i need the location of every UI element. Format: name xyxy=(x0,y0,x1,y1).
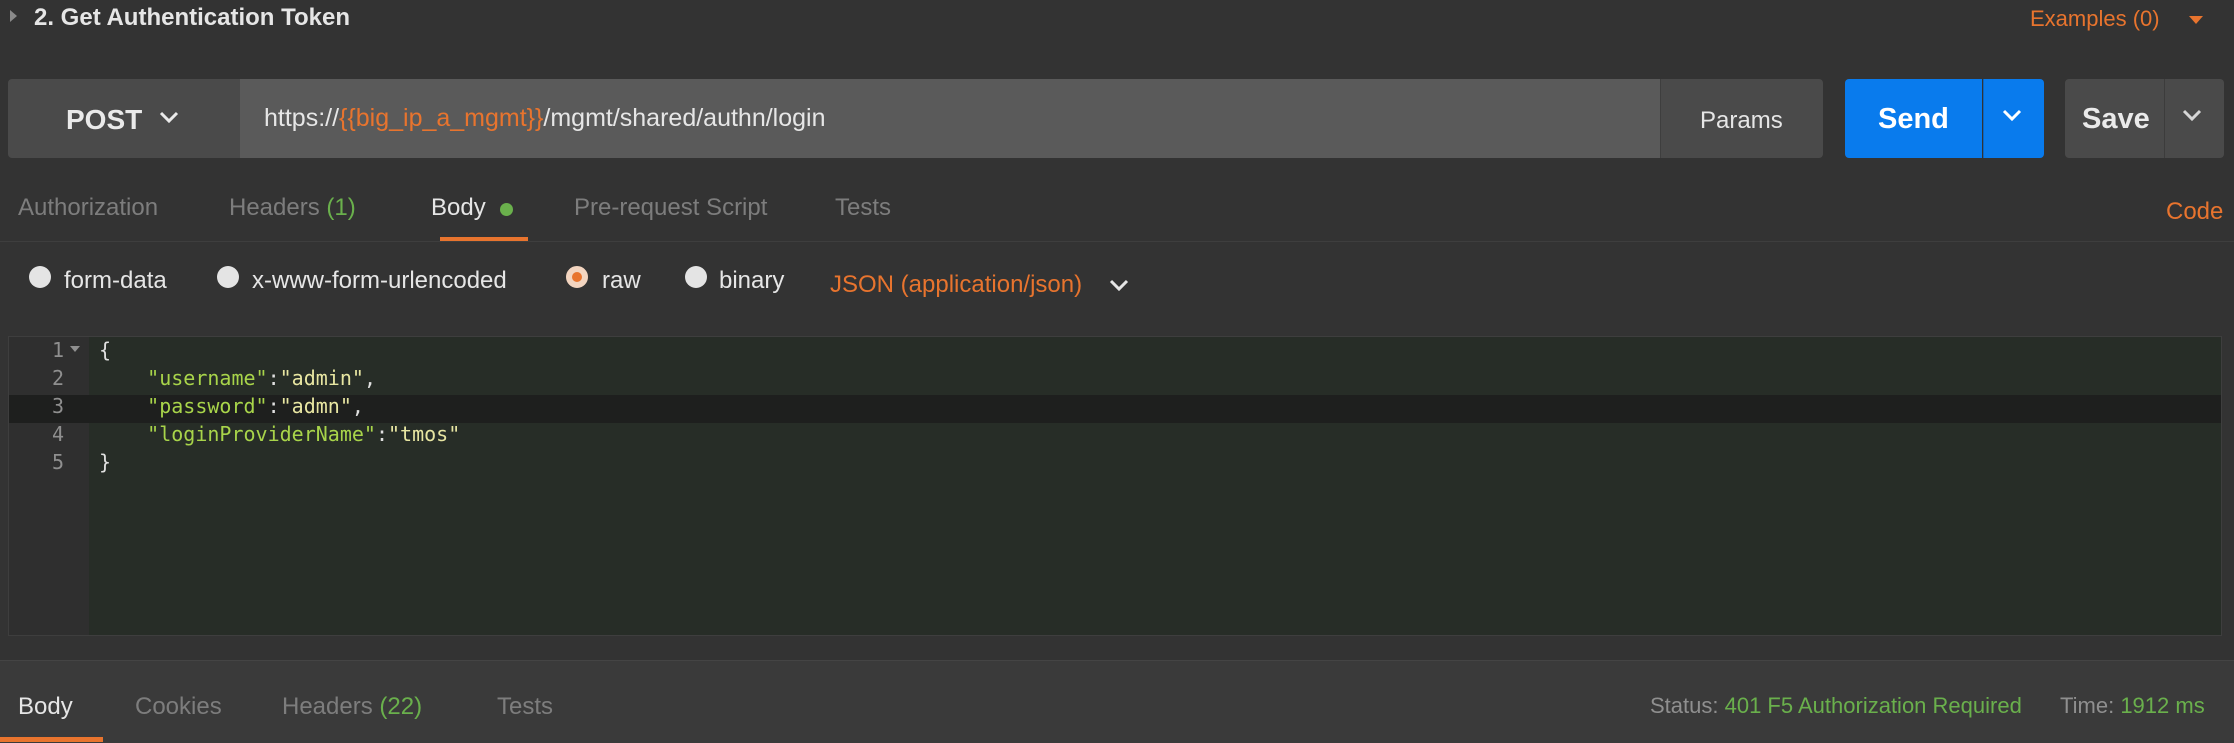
code-line: } xyxy=(99,450,111,474)
response-tab-body[interactable]: Body xyxy=(18,693,73,721)
json-key: "username" xyxy=(147,366,268,390)
response-status: Status: 401 F5 Authorization Required xyxy=(1650,693,2022,719)
line-number: 4 xyxy=(51,422,64,446)
tab-headers[interactable]: Headers (1) xyxy=(229,194,356,222)
send-label: Send xyxy=(1878,103,1949,135)
save-label: Save xyxy=(2082,103,2150,135)
active-response-tab-indicator xyxy=(0,737,103,742)
examples-caret-icon[interactable] xyxy=(2189,16,2203,24)
response-tab-cookies[interactable]: Cookies xyxy=(135,693,222,721)
radio-raw-label[interactable]: raw xyxy=(602,267,641,295)
examples-dropdown[interactable]: Examples (0) xyxy=(2030,6,2160,32)
radio-raw[interactable] xyxy=(566,266,588,288)
params-label: Params xyxy=(1700,107,1783,134)
headers-count-badge: (1) xyxy=(326,194,356,221)
radio-binary-label[interactable]: binary xyxy=(719,267,784,295)
status-label: Status: xyxy=(1650,693,1719,718)
json-key: "password" xyxy=(147,394,268,418)
json-key: "loginProviderName" xyxy=(147,422,376,446)
json-colon: : xyxy=(267,394,280,418)
content-type-select[interactable]: JSON (application/json) xyxy=(830,271,1082,299)
code-link[interactable]: Code xyxy=(2166,198,2223,226)
json-colon: : xyxy=(267,366,280,390)
url-text: https://{{big_ip_a_mgmt}}/mgmt/shared/au… xyxy=(264,104,826,133)
tab-headers-label: Headers xyxy=(229,194,320,221)
request-title[interactable]: 2. Get Authentication Token xyxy=(34,4,350,32)
code-line: { xyxy=(99,338,111,362)
time-value: 1912 ms xyxy=(2120,693,2205,718)
url-variable: {{big_ip_a_mgmt}} xyxy=(339,104,544,132)
method-label: POST xyxy=(66,104,143,135)
time-label: Time: xyxy=(2060,693,2115,718)
tab-pre-request-script[interactable]: Pre-request Script xyxy=(574,194,767,222)
response-tab-headers[interactable]: Headers (22) xyxy=(282,693,422,721)
brace: } xyxy=(99,450,112,474)
chevron-down-icon xyxy=(2002,109,2022,122)
json-value: "admin" xyxy=(279,366,364,390)
brace: { xyxy=(99,338,112,362)
code-line: "password":"admn", xyxy=(99,394,364,418)
code-line: "loginProviderName":"tmos" xyxy=(99,422,460,446)
url-prefix: https:// xyxy=(264,104,340,132)
response-time: Time: 1912 ms xyxy=(2060,693,2205,719)
tab-tests[interactable]: Tests xyxy=(835,194,891,222)
line-number: 2 xyxy=(51,366,64,390)
url-path: /mgmt/shared/authn/login xyxy=(543,104,826,132)
response-tab-tests[interactable]: Tests xyxy=(497,693,553,721)
response-headers-count-badge: (22) xyxy=(379,693,423,720)
json-value: "tmos" xyxy=(388,422,461,446)
radio-urlencoded[interactable] xyxy=(217,266,239,288)
chevron-down-icon xyxy=(159,111,179,124)
status-value: 401 F5 Authorization Required xyxy=(1724,693,2022,718)
radio-form-data[interactable] xyxy=(29,266,51,288)
fold-toggle-icon[interactable] xyxy=(70,346,80,352)
chevron-down-icon xyxy=(2182,109,2202,122)
response-tab-headers-label: Headers xyxy=(282,693,373,720)
body-modified-dot-icon xyxy=(500,203,513,216)
json-colon: : xyxy=(375,422,388,446)
radio-urlencoded-label[interactable]: x-www-form-urlencoded xyxy=(252,267,507,295)
collapse-caret-icon[interactable] xyxy=(10,10,17,22)
line-number: 1 xyxy=(51,338,64,362)
json-comma: , xyxy=(363,366,376,390)
json-comma: , xyxy=(351,394,364,418)
line-number: 3 xyxy=(51,394,64,418)
radio-form-data-label[interactable]: form-data xyxy=(64,267,167,295)
tab-body[interactable]: Body xyxy=(431,194,486,222)
code-line: "username":"admin", xyxy=(99,366,376,390)
radio-binary[interactable] xyxy=(685,266,707,288)
json-value: "admn" xyxy=(279,394,352,418)
chevron-down-icon[interactable] xyxy=(1108,274,1130,296)
tabs-divider xyxy=(0,241,2234,242)
tab-authorization[interactable]: Authorization xyxy=(18,194,158,222)
line-number: 5 xyxy=(51,450,64,474)
